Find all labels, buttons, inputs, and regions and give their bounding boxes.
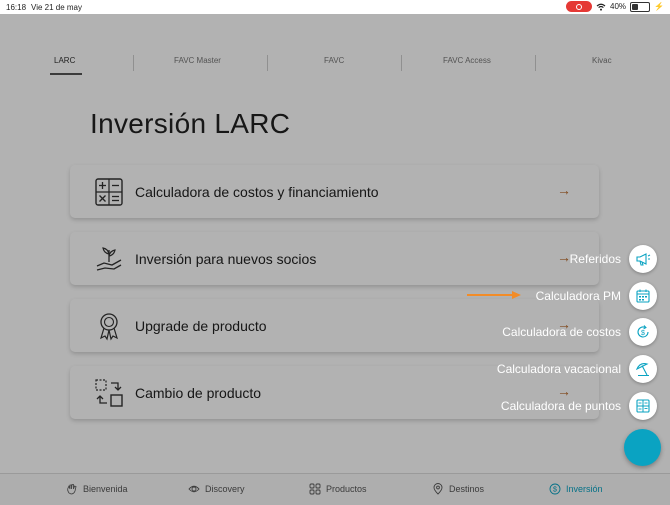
calendar-icon <box>629 282 657 310</box>
battery-icon <box>630 1 651 12</box>
fab-item-referidos[interactable]: Referidos <box>570 245 657 273</box>
status-date: Vie 21 de may <box>31 3 82 12</box>
fab-label: Calculadora de puntos <box>500 399 621 413</box>
annotation-arrow-icon <box>467 291 521 299</box>
battery-percent: 40% <box>610 2 627 11</box>
megaphone-icon <box>629 245 657 273</box>
fab-label: Calculadora vacacional <box>496 362 621 376</box>
dollar-cycle-icon: $ <box>629 318 657 346</box>
fab-item-calculadora-costos[interactable]: Calculadora de costos $ <box>502 318 657 346</box>
svg-text:$: $ <box>641 330 645 337</box>
screen-recording-icon <box>566 1 593 12</box>
status-indicators: 40% ⚡ <box>566 1 664 12</box>
grid-calculator-icon <box>629 392 657 420</box>
wifi-icon <box>596 3 606 11</box>
fab-label: Referidos <box>569 252 621 266</box>
fab-label: Calculadora PM <box>535 289 621 303</box>
fab-main-button[interactable] <box>624 429 661 466</box>
charging-icon: ⚡ <box>654 2 664 11</box>
beach-umbrella-icon <box>629 355 657 383</box>
fab-item-calculadora-vacacional[interactable]: Calculadora vacacional <box>497 355 657 383</box>
fab-item-calculadora-pm[interactable]: Calculadora PM <box>536 282 657 310</box>
status-time: 16:18 <box>6 3 27 12</box>
fab-item-calculadora-puntos[interactable]: Calculadora de puntos <box>501 392 657 420</box>
fab-label: Calculadora de costos <box>502 325 621 339</box>
status-bar: 16:18 Vie 21 de may 40% ⚡ <box>0 0 670 14</box>
